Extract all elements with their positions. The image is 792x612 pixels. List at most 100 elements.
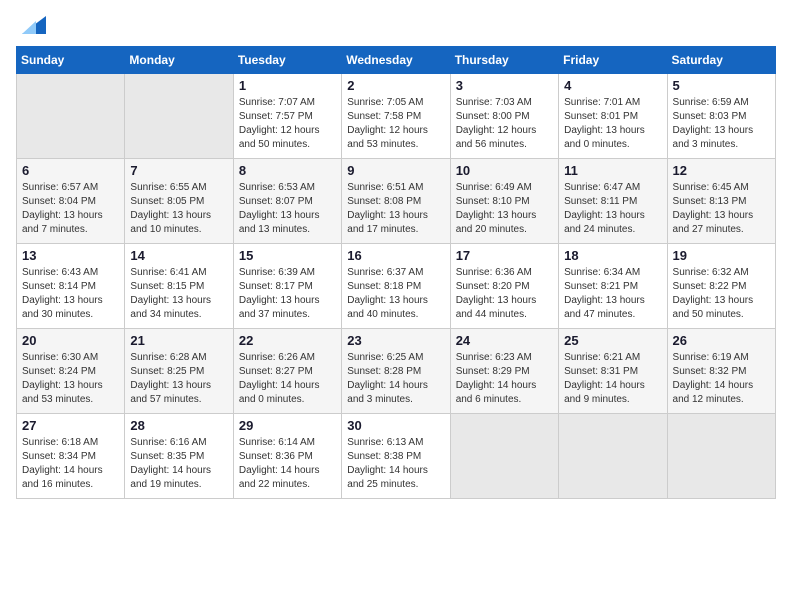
sunset-text: Sunset: 8:38 PM bbox=[347, 450, 444, 464]
daylight-text: Daylight: 12 hours and 50 minutes. bbox=[239, 124, 336, 152]
sunset-text: Sunset: 8:31 PM bbox=[564, 365, 661, 379]
calendar-cell: 6Sunrise: 6:57 AMSunset: 8:04 PMDaylight… bbox=[17, 159, 125, 244]
day-info: Sunrise: 6:47 AMSunset: 8:11 PMDaylight:… bbox=[564, 181, 661, 237]
calendar-cell bbox=[559, 414, 667, 499]
calendar-cell: 10Sunrise: 6:49 AMSunset: 8:10 PMDayligh… bbox=[450, 159, 558, 244]
day-number: 23 bbox=[347, 333, 444, 348]
calendar-cell: 22Sunrise: 6:26 AMSunset: 8:27 PMDayligh… bbox=[233, 329, 341, 414]
sunrise-text: Sunrise: 6:53 AM bbox=[239, 181, 336, 195]
day-number: 15 bbox=[239, 248, 336, 263]
day-number: 24 bbox=[456, 333, 553, 348]
sunset-text: Sunset: 8:20 PM bbox=[456, 280, 553, 294]
day-number: 22 bbox=[239, 333, 336, 348]
daylight-text: Daylight: 13 hours and 44 minutes. bbox=[456, 294, 553, 322]
sunset-text: Sunset: 8:21 PM bbox=[564, 280, 661, 294]
calendar-cell: 13Sunrise: 6:43 AMSunset: 8:14 PMDayligh… bbox=[17, 244, 125, 329]
calendar-cell: 8Sunrise: 6:53 AMSunset: 8:07 PMDaylight… bbox=[233, 159, 341, 244]
logo bbox=[16, 16, 46, 36]
day-number: 16 bbox=[347, 248, 444, 263]
daylight-text: Daylight: 13 hours and 57 minutes. bbox=[130, 379, 227, 407]
daylight-text: Daylight: 13 hours and 0 minutes. bbox=[564, 124, 661, 152]
sunset-text: Sunset: 8:14 PM bbox=[22, 280, 119, 294]
sunrise-text: Sunrise: 6:57 AM bbox=[22, 181, 119, 195]
calendar-cell: 25Sunrise: 6:21 AMSunset: 8:31 PMDayligh… bbox=[559, 329, 667, 414]
sunset-text: Sunset: 8:24 PM bbox=[22, 365, 119, 379]
calendar-week-row: 20Sunrise: 6:30 AMSunset: 8:24 PMDayligh… bbox=[17, 329, 776, 414]
day-info: Sunrise: 6:57 AMSunset: 8:04 PMDaylight:… bbox=[22, 181, 119, 237]
calendar-day-header: Saturday bbox=[667, 47, 775, 74]
calendar-cell: 12Sunrise: 6:45 AMSunset: 8:13 PMDayligh… bbox=[667, 159, 775, 244]
calendar-day-header: Sunday bbox=[17, 47, 125, 74]
calendar-cell: 15 Sunrise: 6:39 AMSunset: 8:17 PMDayligh… bbox=[233, 244, 341, 329]
daylight-text: Daylight: 14 hours and 6 minutes. bbox=[456, 379, 553, 407]
sunrise-text: Sunrise: 6:34 AM bbox=[564, 266, 661, 280]
calendar-cell bbox=[450, 414, 558, 499]
day-info: Sunrise: 6:34 AMSunset: 8:21 PMDaylight:… bbox=[564, 266, 661, 322]
day-info: Sunrise: 6:28 AMSunset: 8:25 PMDaylight:… bbox=[130, 351, 227, 407]
day-number: 2 bbox=[347, 78, 444, 93]
calendar-cell: 4Sunrise: 7:01 AMSunset: 8:01 PMDaylight… bbox=[559, 74, 667, 159]
day-info: Sunrise: 6:19 AMSunset: 8:32 PMDaylight:… bbox=[673, 351, 770, 407]
calendar-cell bbox=[17, 74, 125, 159]
sunset-text: Sunset: 8:00 PM bbox=[456, 110, 553, 124]
sunrise-text: Sunrise: 6:43 AM bbox=[22, 266, 119, 280]
day-number: 21 bbox=[130, 333, 227, 348]
sunrise-text: Sunrise: 6:16 AM bbox=[130, 436, 227, 450]
daylight-text: Daylight: 12 hours and 56 minutes. bbox=[456, 124, 553, 152]
sunset-text: Sunset: 8:07 PM bbox=[239, 195, 336, 209]
daylight-text: Daylight: 14 hours and 19 minutes. bbox=[130, 464, 227, 492]
day-info: Sunrise: 6:41 AMSunset: 8:15 PMDaylight:… bbox=[130, 266, 227, 322]
calendar-cell: 3Sunrise: 7:03 AMSunset: 8:00 PMDaylight… bbox=[450, 74, 558, 159]
day-info: Sunrise: 7:01 AMSunset: 8:01 PMDaylight:… bbox=[564, 96, 661, 152]
calendar-day-header: Monday bbox=[125, 47, 233, 74]
calendar-cell: 2Sunrise: 7:05 AMSunset: 7:58 PMDaylight… bbox=[342, 74, 450, 159]
day-number: 29 bbox=[239, 418, 336, 433]
day-info: Sunrise: 6:14 AMSunset: 8:36 PMDaylight:… bbox=[239, 436, 336, 492]
calendar-week-row: 1Sunrise: 7:07 AMSunset: 7:57 PMDaylight… bbox=[17, 74, 776, 159]
sunset-text: Sunset: 8:01 PM bbox=[564, 110, 661, 124]
sunrise-text: Sunrise: 6:23 AM bbox=[456, 351, 553, 365]
day-number: 26 bbox=[673, 333, 770, 348]
day-info: Sunrise: 6:21 AMSunset: 8:31 PMDaylight:… bbox=[564, 351, 661, 407]
daylight-text: Daylight: 13 hours and 24 minutes. bbox=[564, 209, 661, 237]
sunrise-text: Sunrise: 6:36 AM bbox=[456, 266, 553, 280]
sunrise-text: Sunrise: 6:26 AM bbox=[239, 351, 336, 365]
daylight-text: Daylight: 14 hours and 25 minutes. bbox=[347, 464, 444, 492]
sunset-text: Sunset: 8:27 PM bbox=[239, 365, 336, 379]
sunset-text: Sunset: 8:32 PM bbox=[673, 365, 770, 379]
sunrise-text: Sunrise: 6:47 AM bbox=[564, 181, 661, 195]
sunrise-text: Sunrise: 6:21 AM bbox=[564, 351, 661, 365]
calendar-cell bbox=[667, 414, 775, 499]
day-number: 10 bbox=[456, 163, 553, 178]
sunrise-text: Sunrise: 6:39 AM bbox=[239, 266, 336, 280]
day-number: 1 bbox=[239, 78, 336, 93]
day-number: 12 bbox=[673, 163, 770, 178]
sunrise-text: Sunrise: 6:49 AM bbox=[456, 181, 553, 195]
calendar-day-header: Thursday bbox=[450, 47, 558, 74]
day-info: Sunrise: 6:13 AMSunset: 8:38 PMDaylight:… bbox=[347, 436, 444, 492]
sunrise-text: Sunrise: 6:51 AM bbox=[347, 181, 444, 195]
daylight-text: Daylight: 13 hours and 27 minutes. bbox=[673, 209, 770, 237]
sunset-text: Sunset: 8:35 PM bbox=[130, 450, 227, 464]
calendar-cell: 19Sunrise: 6:32 AMSunset: 8:22 PMDayligh… bbox=[667, 244, 775, 329]
day-info: Sunrise: 6:16 AMSunset: 8:35 PMDaylight:… bbox=[130, 436, 227, 492]
day-info: Sunrise: 6:39 AMSunset: 8:17 PMDaylight:… bbox=[239, 266, 336, 322]
day-number: 20 bbox=[22, 333, 119, 348]
day-info: Sunrise: 6:37 AMSunset: 8:18 PMDaylight:… bbox=[347, 266, 444, 322]
calendar-cell: 11 Sunrise: 6:47 AMSunset: 8:11 PMDayligh… bbox=[559, 159, 667, 244]
day-number: 3 bbox=[456, 78, 553, 93]
day-number: 28 bbox=[130, 418, 227, 433]
sunrise-text: Sunrise: 6:41 AM bbox=[130, 266, 227, 280]
calendar-cell: 23Sunrise: 6:25 AMSunset: 8:28 PMDayligh… bbox=[342, 329, 450, 414]
sunrise-text: Sunrise: 6:37 AM bbox=[347, 266, 444, 280]
sunrise-text: Sunrise: 6:13 AM bbox=[347, 436, 444, 450]
day-info: Sunrise: 6:36 AMSunset: 8:20 PMDaylight:… bbox=[456, 266, 553, 322]
daylight-text: Daylight: 13 hours and 13 minutes. bbox=[239, 209, 336, 237]
day-number: 11 bbox=[564, 163, 661, 178]
daylight-text: Daylight: 13 hours and 50 minutes. bbox=[673, 294, 770, 322]
calendar-table: SundayMondayTuesdayWednesdayThursdayFrid… bbox=[16, 46, 776, 499]
day-number: 9 bbox=[347, 163, 444, 178]
day-info: Sunrise: 6:23 AMSunset: 8:29 PMDaylight:… bbox=[456, 351, 553, 407]
daylight-text: Daylight: 13 hours and 30 minutes. bbox=[22, 294, 119, 322]
sunset-text: Sunset: 8:17 PM bbox=[239, 280, 336, 294]
